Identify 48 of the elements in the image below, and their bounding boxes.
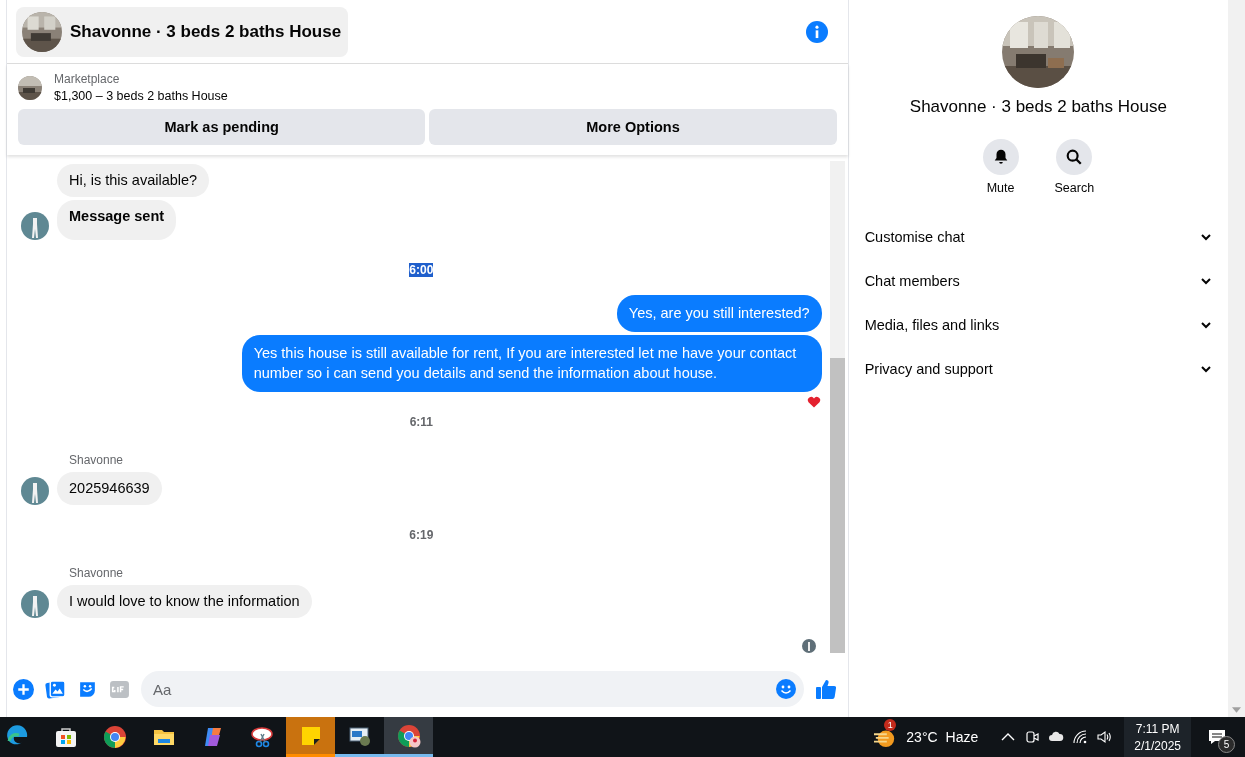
timestamp: 6:19	[409, 528, 434, 542]
info-icon[interactable]	[805, 20, 828, 43]
received-message: 2025946639	[57, 472, 162, 505]
search-button[interactable]	[1056, 139, 1093, 175]
section-header[interactable]: Privacy and support	[864, 347, 1213, 391]
sent-message: Yes this house is still available for rent, If you are interested let me have your contact number so i can send you details and send the information about house.	[241, 335, 822, 392]
action-label: Mute	[986, 181, 1015, 195]
search-icon	[1065, 148, 1084, 166]
like-icon[interactable]	[814, 678, 837, 700]
section-header[interactable]: Chat members	[864, 259, 1213, 303]
section-header[interactable]: Customise chat	[864, 215, 1213, 259]
action-label: Search	[1054, 181, 1095, 195]
chat-name: Shavonne · 3 beds 2 baths House	[909, 97, 1167, 117]
timestamp: 6:11	[409, 415, 433, 429]
listing-action-button[interactable]: Mark as pending	[18, 109, 426, 145]
sender-name: Shavonne	[69, 566, 125, 580]
notification-badge: 1	[884, 719, 897, 731]
scrollbar[interactable]	[829, 161, 845, 653]
listing-action-button[interactable]: More Options	[429, 109, 837, 145]
listing-source: Marketplace	[54, 72, 121, 86]
sent-message: Yes, are you still interested?	[616, 295, 822, 332]
scrollbar[interactable]	[1228, 0, 1245, 717]
received-message: Hi, is this available?	[57, 164, 210, 197]
message-input[interactable]: Aa	[141, 671, 804, 707]
taskbar-app[interactable]	[384, 717, 433, 757]
photo-icon[interactable]	[45, 678, 66, 700]
emoji-icon[interactable]	[775, 679, 796, 699]
section-header[interactable]: Media, files and links	[864, 303, 1213, 347]
speaker-icon[interactable]	[1096, 729, 1113, 745]
weather-condition[interactable]: Haze	[945, 729, 979, 745]
conversation-title[interactable]: Shavonne · 3 beds 2 baths House	[16, 6, 349, 57]
wifi-icon[interactable]	[1072, 729, 1089, 745]
scissors-icon	[249, 725, 274, 749]
browser-icon	[396, 723, 421, 748]
camera-icon[interactable]	[1024, 729, 1041, 745]
clock[interactable]: 7:11 PM 2/1/2025	[1124, 717, 1191, 757]
seen-avatar	[801, 639, 816, 653]
mute-button[interactable]	[982, 139, 1019, 175]
sender-name: Shavonne	[69, 453, 125, 467]
add-icon[interactable]	[13, 678, 34, 700]
timestamp: 6:00	[409, 263, 434, 277]
temperature[interactable]: 23°C	[906, 729, 938, 745]
received-message: Message sent	[57, 200, 177, 240]
listing-title: $1,300 – 3 beds 2 baths House	[54, 89, 228, 103]
notification-count: 5	[1218, 736, 1235, 753]
browser-icon	[102, 725, 127, 749]
store-icon	[53, 725, 78, 749]
received-message: I would love to know the information	[57, 585, 312, 618]
